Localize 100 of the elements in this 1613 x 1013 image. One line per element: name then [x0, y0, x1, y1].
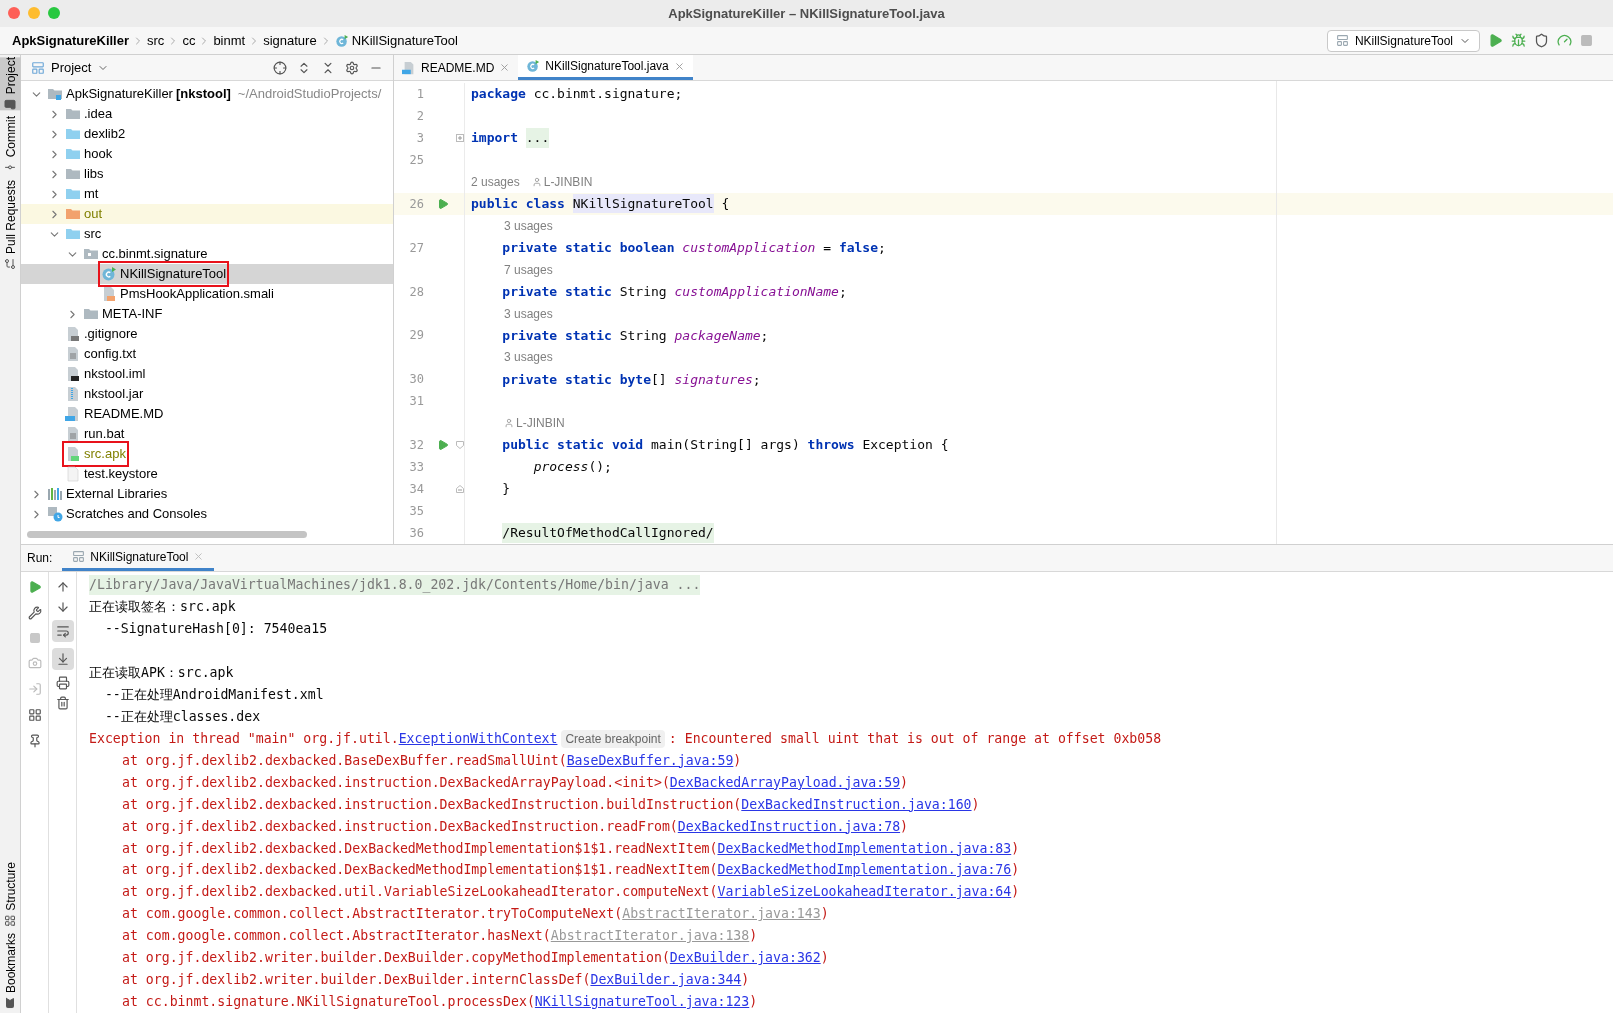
source-link[interactable]: DexBuilder.java:362 — [669, 948, 821, 969]
tree-row[interactable]: mt — [21, 184, 393, 204]
tree-row[interactable]: ApkSignatureKiller [nkstool] ~/AndroidStudioProjects/ — [21, 84, 393, 104]
usages-hint[interactable]: 7 usages — [504, 260, 553, 279]
breadcrumb-item[interactable]: binmt — [213, 30, 246, 51]
source-link[interactable]: DexBackedInstruction.java:78 — [677, 816, 901, 837]
close-window-button[interactable] — [8, 7, 20, 19]
console-text: 正在读取签名：src.apk — [89, 598, 236, 617]
close-tab-icon[interactable] — [193, 551, 205, 562]
breadcrumb-item[interactable]: ApkSignatureKiller — [12, 30, 130, 51]
line-number: 1 — [415, 85, 424, 103]
run-configuration-dropdown[interactable]: NKillSignatureTool — [1326, 29, 1480, 52]
settings-icon[interactable] — [345, 60, 359, 75]
usages-hint[interactable]: 3 usages — [504, 216, 553, 235]
layout-icon[interactable] — [27, 708, 42, 722]
tree-row[interactable]: Scratches and Consoles — [21, 504, 393, 524]
breadcrumb-item[interactable]: signature — [263, 30, 317, 51]
tree-row[interactable]: src.apk — [21, 444, 393, 464]
console-text: --SignatureHash[0]: 7540ea15 — [103, 620, 328, 638]
source-link[interactable]: DexBackedInstruction.java:160 — [741, 794, 972, 815]
camera-icon[interactable] — [27, 656, 42, 670]
tree-row[interactable]: .gitignore — [21, 324, 393, 344]
stop-icon[interactable] — [1580, 34, 1593, 47]
usages-hint[interactable]: 3 usages — [504, 348, 553, 367]
source-link[interactable]: DexBackedArrayPayload.java:59 — [669, 772, 901, 793]
close-tab-icon[interactable] — [673, 60, 685, 72]
tree-row[interactable]: cc.binmt.signature — [21, 244, 393, 264]
tree-row[interactable]: README.MD — [21, 404, 393, 424]
tool-window-button[interactable]: Structure — [0, 862, 21, 927]
rerun-icon[interactable] — [27, 580, 42, 594]
run-icon[interactable] — [1488, 33, 1503, 48]
tree-row[interactable]: test.keystore — [21, 464, 393, 484]
project-view-selector[interactable]: Project — [31, 57, 110, 78]
usages-hint[interactable]: 2 usages — [471, 172, 520, 191]
print-icon[interactable] — [55, 676, 70, 690]
tree-row[interactable]: hook — [21, 144, 393, 164]
breadcrumb-item[interactable]: cc — [182, 30, 196, 51]
tree-row[interactable]: src — [21, 224, 393, 244]
source-link[interactable]: BaseDexBuffer.java:59 — [566, 750, 734, 771]
tree-row[interactable]: out — [21, 204, 393, 224]
soft-wrap-toggle[interactable] — [51, 620, 74, 642]
scroll-to-end-toggle[interactable] — [51, 648, 74, 670]
locate-icon[interactable] — [273, 60, 287, 75]
editor-tab[interactable]: README.MD — [394, 55, 519, 80]
wrench-icon[interactable] — [27, 606, 42, 620]
debug-icon[interactable] — [1511, 33, 1526, 48]
expand-fold-icon[interactable] — [456, 133, 464, 142]
breadcrumb-item[interactable]: NKillSignatureTool — [334, 30, 458, 51]
fold-icon[interactable] — [456, 441, 464, 450]
code-text: private static boolean — [502, 238, 676, 257]
create-breakpoint-button[interactable]: Create breakpoint — [561, 729, 665, 748]
tree-row[interactable]: META-INF — [21, 304, 393, 324]
code-text: customApplication — [682, 238, 816, 257]
run-tab[interactable]: NKillSignatureTool — [62, 545, 215, 571]
tree-row[interactable]: .idea — [21, 104, 393, 124]
code-text: String — [619, 326, 668, 345]
tool-window-button[interactable]: Bookmarks — [0, 932, 21, 1009]
down-arrow-icon[interactable] — [55, 600, 70, 614]
tool-window-button[interactable]: Project — [0, 57, 21, 111]
profile-icon[interactable] — [1557, 33, 1572, 48]
tree-row[interactable]: nkstool.jar — [21, 384, 393, 404]
editor-tab[interactable]: NKillSignatureTool.java — [518, 55, 693, 80]
tree-row[interactable]: PmsHookApplication.smali — [21, 284, 393, 304]
tree-row[interactable]: config.txt — [21, 344, 393, 364]
source-link[interactable]: DexBackedMethodImplementation.java:76 — [717, 860, 1012, 881]
usages-hint[interactable]: 3 usages — [504, 304, 553, 323]
folder-icon — [83, 306, 99, 322]
breadcrumb-item[interactable]: src — [147, 30, 165, 51]
collapse-all-icon[interactable] — [321, 60, 335, 75]
zoom-window-button[interactable] — [48, 7, 60, 19]
tree-row[interactable]: libs — [21, 164, 393, 184]
source-link[interactable]: VariableSizeLookaheadIterator.java:64 — [717, 882, 1012, 903]
tree-label: out — [84, 205, 103, 224]
coverage-icon[interactable] — [1534, 33, 1549, 48]
source-link[interactable]: DexBuilder.java:344 — [590, 970, 742, 991]
run-gutter-icon[interactable] — [437, 197, 449, 210]
exit-icon[interactable] — [27, 682, 42, 696]
trash-icon[interactable] — [55, 696, 70, 710]
file-icon — [65, 346, 81, 362]
author-hint[interactable]: L-JINBIN — [516, 414, 565, 433]
up-arrow-icon[interactable] — [55, 580, 70, 594]
tree-row[interactable]: NKillSignatureTool — [21, 264, 393, 284]
code-text: private static — [502, 282, 612, 301]
source-link[interactable]: ExceptionWithContext — [398, 728, 558, 749]
tree-row[interactable]: nkstool.iml — [21, 364, 393, 384]
code-text: ... — [525, 128, 550, 148]
tool-window-button[interactable]: Pull Requests — [0, 179, 21, 270]
source-link[interactable]: DexBackedMethodImplementation.java:83 — [717, 838, 1012, 859]
tree-row[interactable]: External Libraries — [21, 484, 393, 504]
source-link[interactable]: NKillSignatureTool.java:123 — [534, 992, 750, 1012]
run-gutter-icon[interactable] — [437, 439, 449, 452]
tool-window-button[interactable]: Commit — [0, 116, 21, 174]
close-tab-icon[interactable] — [499, 62, 511, 73]
tree-row[interactable]: dexlib2 — [21, 124, 393, 144]
stop-icon[interactable] — [28, 632, 41, 644]
pin-icon[interactable] — [27, 734, 42, 748]
author-hint[interactable]: L-JINBIN — [543, 172, 593, 191]
tree-row[interactable]: run.bat — [21, 424, 393, 444]
horizontal-scrollbar[interactable] — [27, 531, 307, 538]
fold-end-icon[interactable] — [456, 485, 464, 494]
